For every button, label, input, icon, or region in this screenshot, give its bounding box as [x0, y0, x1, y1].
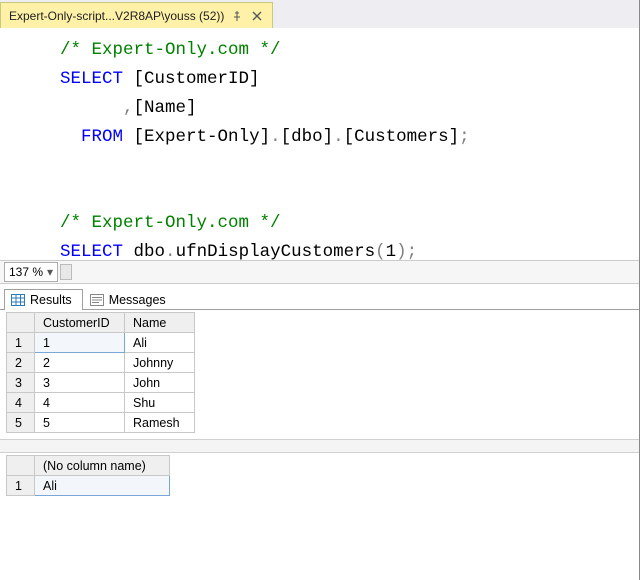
cell-name[interactable]: Shu — [125, 393, 195, 413]
cell-customerid[interactable]: 3 — [35, 373, 125, 393]
chevron-down-icon: ▾ — [47, 265, 53, 279]
function-name: ufnDisplayCustomers — [176, 242, 376, 260]
cell-customerid[interactable]: 2 — [35, 353, 125, 373]
code-comment: /* Expert-Only.com */ — [60, 213, 281, 233]
comma: , — [123, 98, 134, 118]
result-grid-2: (No column name) 1 Ali — [0, 453, 639, 502]
tab-messages[interactable]: Messages — [83, 289, 177, 310]
cell-name[interactable]: Ramesh — [125, 413, 195, 433]
results-table[interactable]: (No column name) 1 Ali — [6, 455, 170, 496]
function-arg: 1 — [386, 242, 397, 260]
keyword-select: SELECT — [60, 242, 123, 260]
table-row[interactable]: 5 5 Ramesh — [7, 413, 195, 433]
table-row[interactable]: 3 3 John — [7, 373, 195, 393]
cell-customerid[interactable]: 1 — [35, 333, 125, 353]
pin-icon[interactable] — [230, 9, 244, 23]
table-row[interactable]: 1 Ali — [7, 476, 170, 496]
results-pane: CustomerID Name 1 1 Ali 2 2 Johnny 3 3 J… — [0, 310, 639, 580]
table-row[interactable]: 4 4 Shu — [7, 393, 195, 413]
messages-icon — [90, 294, 104, 306]
table-row[interactable]: 2 2 Johnny — [7, 353, 195, 373]
identifier-table: [Customers] — [344, 127, 460, 147]
column-customerid: [CustomerID] — [134, 69, 260, 89]
grid-icon — [11, 294, 25, 306]
document-tabstrip: Expert-Only-script...V2R8AP\youss (52)) — [0, 0, 639, 28]
result-grid-1: CustomerID Name 1 1 Ali 2 2 Johnny 3 3 J… — [0, 310, 639, 439]
column-header-name[interactable]: Name — [125, 313, 195, 333]
zoom-dropdown[interactable]: 137 % ▾ — [4, 262, 58, 282]
close-icon[interactable] — [250, 9, 264, 23]
cell-customerid[interactable]: 4 — [35, 393, 125, 413]
cell-name[interactable]: John — [125, 373, 195, 393]
document-tab[interactable]: Expert-Only-script...V2R8AP\youss (52)) — [0, 2, 273, 28]
app-root: Expert-Only-script...V2R8AP\youss (52)) … — [0, 0, 640, 580]
identifier-db: [Expert-Only] — [134, 127, 271, 147]
results-table[interactable]: CustomerID Name 1 1 Ali 2 2 Johnny 3 3 J… — [6, 312, 195, 433]
rownum-header[interactable] — [7, 456, 35, 476]
column-header-unnamed[interactable]: (No column name) — [35, 456, 170, 476]
keyword-from: FROM — [81, 127, 123, 147]
keyword-select: SELECT — [60, 69, 123, 89]
results-tabstrip: Results Messages — [0, 284, 639, 310]
row-number: 1 — [7, 333, 35, 353]
document-tab-title: Expert-Only-script...V2R8AP\youss (52)) — [9, 9, 224, 23]
cell-name[interactable]: Ali — [125, 333, 195, 353]
table-header-row: (No column name) — [7, 456, 170, 476]
identifier-schema: [dbo] — [281, 127, 334, 147]
cell-customerid[interactable]: 5 — [35, 413, 125, 433]
cell-name[interactable]: Johnny — [125, 353, 195, 373]
zoom-value: 137 % — [9, 265, 43, 279]
rownum-header[interactable] — [7, 313, 35, 333]
row-number: 1 — [7, 476, 35, 496]
column-header-customerid[interactable]: CustomerID — [35, 313, 125, 333]
tab-results-label: Results — [30, 293, 72, 307]
row-number: 2 — [7, 353, 35, 373]
row-number: 5 — [7, 413, 35, 433]
table-header-row: CustomerID Name — [7, 313, 195, 333]
table-row[interactable]: 1 1 Ali — [7, 333, 195, 353]
result-splitter[interactable] — [0, 439, 639, 453]
zoom-bar: 137 % ▾ — [0, 260, 639, 284]
row-number: 4 — [7, 393, 35, 413]
sql-editor[interactable]: /* Expert-Only.com */ SELECT [CustomerID… — [0, 28, 639, 260]
code-comment: /* Expert-Only.com */ — [60, 40, 281, 60]
cell-value[interactable]: Ali — [35, 476, 170, 496]
tab-results[interactable]: Results — [4, 289, 83, 310]
tab-messages-label: Messages — [109, 293, 166, 307]
schema-ref: dbo — [134, 242, 166, 260]
row-number: 3 — [7, 373, 35, 393]
column-name: [Name] — [134, 98, 197, 118]
split-handle[interactable] — [60, 264, 72, 280]
